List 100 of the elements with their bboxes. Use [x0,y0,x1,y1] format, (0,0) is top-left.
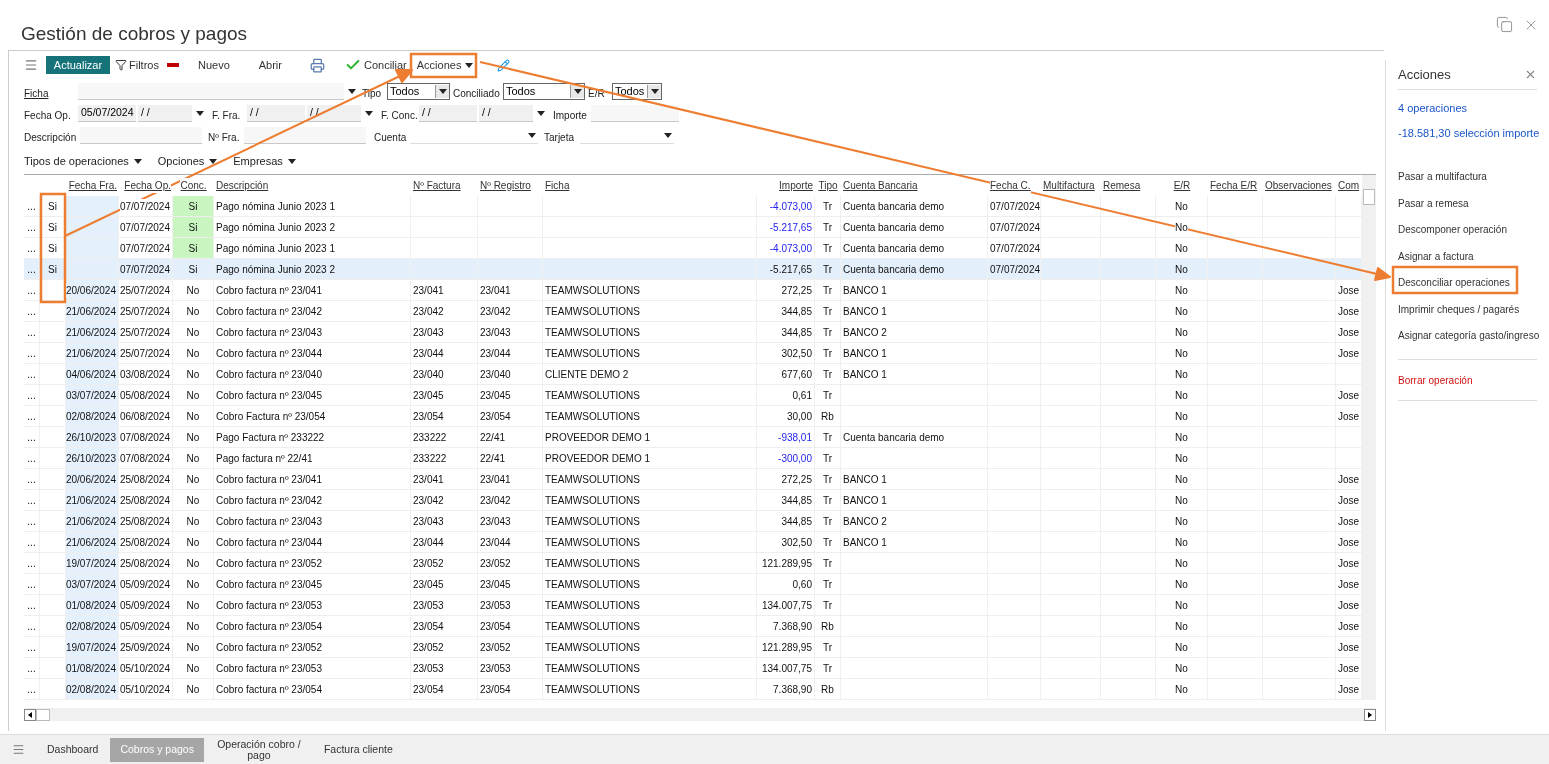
table-row[interactable]: ... 01/08/2024 05/10/2024 No Cobro factura nº 23/053 23/053 23/053 TEAMWSOLUTIONS 134.007,75 Tr No Jose [24,658,1362,679]
importe-to-field[interactable] [635,105,679,122]
table-row[interactable]: ... 03/07/2024 05/08/2024 No Cobro factura nº 23/045 23/045 23/045 TEAMWSOLUTIONS 0,61 Tr No Jose [24,385,1362,406]
panel-action[interactable]: Imprimir cheques / pagarés [1398,296,1520,322]
column-header[interactable]: Fecha E/R [1210,178,1258,193]
open-button[interactable]: Abrir [258,56,282,74]
table-row[interactable]: ... Si 07/07/2024 Si Pago nómina Junio 2023 2 -5.217,65 Tr Cuenta bancaria demo 07/07/2024 No [24,259,1362,280]
menu-icon[interactable] [12,743,25,756]
left-arrow-icon [28,711,32,718]
column-header[interactable]: Conc. [180,178,207,193]
close-icon[interactable] [1524,68,1537,81]
refresh-button[interactable]: Actualizar [46,56,110,74]
table-row[interactable]: ... 21/06/2024 25/07/2024 No Cobro factura nº 23/043 23/043 23/043 TEAMWSOLUTIONS 344,85 Tr BANCO 2 No Jose [24,322,1362,343]
table-row[interactable]: ... 21/06/2024 25/08/2024 No Cobro factura nº 23/042 23/042 23/042 TEAMWSOLUTIONS 344,85 Tr BANCO 1 No Jose [24,490,1362,511]
menu-icon[interactable] [24,58,38,72]
panel-action[interactable]: Asignar categoría gasto/ingreso [1398,322,1540,349]
column-header[interactable]: E/R [1173,178,1191,193]
column-header[interactable]: Com [1338,178,1360,193]
caret-icon [196,111,204,116]
table-row[interactable]: ... 21/06/2024 25/08/2024 No Cobro factura nº 23/043 23/043 23/043 TEAMWSOLUTIONS 344,85 Tr BANCO 2 No Jose [24,511,1362,532]
restore-icon[interactable] [1496,16,1513,33]
importe-from-field[interactable] [591,105,635,122]
conciliado-select[interactable]: Todos [503,83,585,100]
new-button[interactable]: Nuevo [197,56,230,74]
column-header[interactable]: Fecha Fra. [68,178,117,193]
table-row[interactable]: ... 19/07/2024 25/08/2024 No Cobro factura nº 23/052 23/052 23/052 TEAMWSOLUTIONS 121.289,95 Tr No Jose [24,553,1362,574]
horizontal-scrollbar[interactable] [24,708,1376,721]
filter-menu[interactable]: Tipos de operaciones [24,152,142,170]
table-row[interactable]: ... 02/08/2024 05/09/2024 No Cobro factura nº 23/054 23/054 23/054 TEAMWSOLUTIONS 7.368,90 Rb No Jose [24,616,1362,637]
table-row[interactable]: ... 26/10/2023 07/08/2024 No Pago factura nº 22/41 233222 22/41 PROVEEDOR DEMO 1 -300,00 Tr No [24,448,1362,469]
panel-action[interactable]: Descomponer operación [1398,216,1507,243]
column-header[interactable]: Multifactura [1043,178,1095,193]
actions-button[interactable]: Acciones [416,56,474,74]
pencil-icon[interactable] [497,58,511,72]
column-header[interactable]: Observaciones [1265,178,1332,193]
vertical-scrollbar[interactable] [1362,175,1376,700]
caret-icon [287,158,296,164]
column-header[interactable]: Ficha [545,178,570,193]
table-row[interactable]: ... 21/06/2024 25/07/2024 No Cobro factura nº 23/044 23/044 23/044 TEAMWSOLUTIONS 302,50 Tr BANCO 1 No Jose [24,343,1362,364]
table-row[interactable]: ... 19/07/2024 25/09/2024 No Cobro factura nº 23/052 23/052 23/052 TEAMWSOLUTIONS 121.289,95 Tr No Jose [24,637,1362,658]
fecha-op-from-field[interactable]: 05/07/2024 [78,105,136,122]
ficha-code-field[interactable] [78,83,236,100]
scroll-thumb[interactable] [36,708,50,721]
filter-menu[interactable]: Opciones [157,152,218,170]
table-row[interactable]: ... 20/06/2024 25/08/2024 No Cobro factura nº 23/041 23/041 23/041 TEAMWSOLUTIONS 272,25 Tr BANCO 1 No Jose [24,469,1362,490]
column-header[interactable]: Descripción [216,178,269,193]
n-fra-field[interactable] [244,127,366,144]
table-row[interactable]: ... Si 07/07/2024 Si Pago nómina Junio 2023 2 -5.217,65 Tr Cuenta bancaria demo 07/07/2024 No [24,217,1362,238]
table-row[interactable]: ... 21/06/2024 25/08/2024 No Cobro factura nº 23/044 23/044 23/044 TEAMWSOLUTIONS 302,50 Tr BANCO 1 No Jose [24,532,1362,553]
table-row[interactable]: ... 26/10/2023 07/08/2024 No Pago Factura nº 233222 233222 22/41 PROVEEDOR DEMO 1 -938,01 Tr Cuenta bancaria demo No [24,427,1362,448]
scroll-thumb[interactable] [1363,189,1375,205]
bottom-tab[interactable]: Dashboard [37,737,109,762]
column-header[interactable]: Importe [779,178,813,193]
minus-icon[interactable] [166,63,179,67]
table-row[interactable]: ... 02/08/2024 06/08/2024 No Cobro Factura nº 23/054 23/054 23/054 TEAMWSOLUTIONS 30,00 Rb No Jose [24,406,1362,427]
fecha-op-to-field[interactable]: / / [138,105,192,122]
panel-action[interactable]: Borrar operación [1398,367,1473,393]
panel-action[interactable]: Pasar a remesa [1398,190,1469,216]
descripcion-field[interactable] [80,127,202,144]
tipo-label: Tipo [362,87,382,99]
table-row[interactable]: ... 04/06/2024 03/08/2024 No Cobro factura nº 23/040 23/040 23/040 CLIENTE DEMO 2 677,60 Tr BANCO 1 No [24,364,1362,385]
table-row[interactable]: ... 03/07/2024 05/09/2024 No Cobro factura nº 23/045 23/045 23/045 TEAMWSOLUTIONS 0,60 Tr No Jose [24,574,1362,595]
reconcile-button[interactable]: Conciliar [345,56,407,74]
filters-button[interactable]: Filtros [115,56,159,74]
scroll-left-button[interactable] [24,708,36,721]
f-conc-to-field[interactable]: / / [479,105,533,122]
table-row[interactable]: ... 01/08/2024 05/09/2024 No Cobro factura nº 23/053 23/053 23/053 TEAMWSOLUTIONS 134.007,75 Tr No Jose [24,595,1362,616]
column-header[interactable]: Nº Registro [480,178,531,193]
panel-action[interactable]: Asignar a factura [1398,243,1474,269]
bottom-tab[interactable]: Operación cobro / pago [205,737,312,762]
f-conc-from-field[interactable]: / / [419,105,477,122]
table-row[interactable]: ... 21/06/2024 25/07/2024 No Cobro factura nº 23/042 23/042 23/042 TEAMWSOLUTIONS 344,85 Tr BANCO 1 No Jose [24,301,1362,322]
importe-label: Importe [553,109,587,121]
column-header[interactable]: Fecha C. [990,178,1031,193]
panel-title: Acciones [1398,65,1451,84]
ficha-field[interactable] [236,83,344,100]
summary-link[interactable]: -18.581,30 selección importe [1398,124,1537,141]
f-fra-from-field[interactable]: / / [247,105,305,122]
column-header[interactable]: Remesa [1103,178,1141,193]
caret-icon [528,132,536,138]
tipo-select[interactable]: Todos [387,83,450,100]
column-header[interactable]: Tipo [818,178,838,193]
summary-link[interactable]: 4 operaciones [1398,100,1537,117]
column-header[interactable]: Fecha Op. [124,178,171,193]
table-row[interactable]: ... 02/08/2024 05/10/2024 No Cobro factura nº 23/054 23/054 23/054 TEAMWSOLUTIONS 7.368,90 Rb No Jose [24,679,1362,700]
panel-action[interactable]: Desconciliar operaciones [1398,269,1510,296]
printer-icon[interactable] [310,57,325,73]
column-header[interactable]: Nº Factura [413,178,461,193]
er-select[interactable]: Todos [612,83,662,100]
caret-icon [365,111,373,116]
highlight-frame [409,52,478,79]
table-row[interactable]: ... Si 07/07/2024 Si Pago nómina Junio 2023 1 -4.073,00 Tr Cuenta bancaria demo 07/07/2024 No [24,196,1362,217]
filter-menu[interactable]: Empresas [233,152,296,170]
caret-icon [438,89,447,94]
panel-action[interactable]: Pasar a multifactura [1398,163,1487,190]
scroll-right-button[interactable] [1364,708,1376,721]
table-row[interactable]: ... Si 07/07/2024 Si Pago nómina Junio 2023 1 -4.073,00 Tr Cuenta bancaria demo 07/07/2024 No [24,238,1362,259]
column-header[interactable]: Cuenta Bancaria [843,178,918,193]
table-row[interactable]: ... 20/06/2024 25/07/2024 No Cobro factura nº 23/041 23/041 23/041 TEAMWSOLUTIONS 272,25 Tr BANCO 1 No Jose [24,280,1362,301]
bottom-tab[interactable]: Factura cliente [313,737,403,762]
